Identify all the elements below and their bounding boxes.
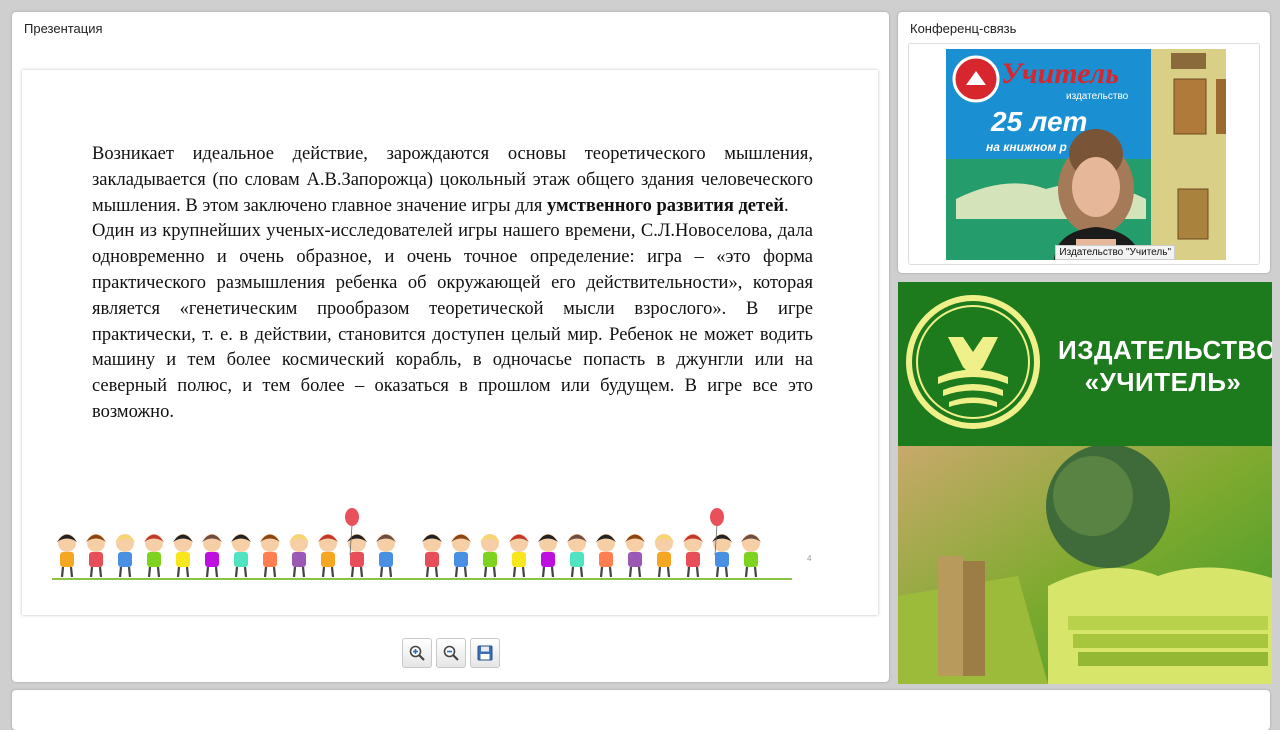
video-feed[interactable]: Учитель издательство 25 лет на книжном р (946, 49, 1226, 260)
save-icon (477, 645, 493, 661)
presentation-toolbar (402, 638, 500, 668)
slide-paragraph-1: Возникает идеальное действие, зарождаютс… (92, 142, 813, 219)
child-figure-icon (596, 534, 616, 578)
publisher-name: ИЗДАТЕЛЬСТВО «УЧИТЕЛЬ» (1058, 334, 1272, 398)
slide-text: Возникает идеальное действие, зарождаютс… (92, 142, 813, 426)
child-figure-icon (289, 534, 309, 578)
child-figure-icon (86, 534, 106, 578)
child-figure-icon (480, 534, 500, 578)
child-figure-icon (451, 534, 471, 578)
poster-tagline: на книжном р (986, 140, 1067, 154)
presentation-panel: Презентация Возникает идеальное действие… (12, 12, 889, 682)
child-figure-icon (712, 534, 732, 578)
child-figure-icon (57, 534, 77, 578)
child-figure-icon (538, 534, 558, 578)
kids-illustration (52, 508, 792, 580)
child-figure-icon (115, 534, 135, 578)
zoom-in-button[interactable] (402, 638, 432, 668)
publisher-name-line-2: «УЧИТЕЛЬ» (1084, 367, 1242, 397)
child-figure-icon (347, 534, 367, 578)
poster-years: 25 лет (990, 106, 1087, 137)
slide: Возникает идеальное действие, зарождаютс… (22, 70, 878, 615)
conference-panel: Конференц-связь Учитель издательство 25 … (898, 12, 1270, 273)
zoom-out-icon (443, 645, 459, 661)
save-button[interactable] (470, 638, 500, 668)
poster-subtitle: издательство (1066, 91, 1129, 102)
slide-number: 4 (807, 554, 812, 563)
child-figure-icon (509, 534, 529, 578)
slide-text-bold: умственного развития детей (546, 195, 784, 216)
child-figure-icon (422, 534, 442, 578)
child-figure-icon (741, 534, 761, 578)
child-figure-icon (173, 534, 193, 578)
video-container: Учитель издательство 25 лет на книжном р… (908, 43, 1260, 265)
poster-brand: Учитель (1001, 57, 1119, 90)
conference-title: Конференц-связь (910, 21, 1017, 36)
presentation-title: Презентация (24, 21, 103, 36)
banner-header: ИЗДАТЕЛЬСТВО «УЧИТЕЛЬ» (898, 282, 1272, 446)
child-figure-icon (625, 534, 645, 578)
books-globe-image (898, 446, 1272, 684)
child-figure-icon (567, 534, 587, 578)
child-figure-icon (683, 534, 703, 578)
slide-paragraph-2: Один из крупнейших ученых-исследователей… (92, 221, 813, 422)
publisher-name-line-1: ИЗДАТЕЛЬСТВО (1058, 335, 1272, 365)
child-figure-icon (318, 534, 338, 578)
publisher-banner: ИЗДАТЕЛЬСТВО «УЧИТЕЛЬ» (898, 282, 1272, 684)
child-figure-icon (260, 534, 280, 578)
child-figure-icon (202, 534, 222, 578)
child-figure-icon (231, 534, 251, 578)
video-participant-label: Издательство "Учитель" (1055, 245, 1175, 260)
child-figure-icon (654, 534, 674, 578)
zoom-in-icon (409, 645, 425, 661)
slide-text-part: . (783, 195, 789, 216)
publisher-logo-icon (906, 295, 1040, 429)
child-figure-icon (144, 534, 164, 578)
bottom-panel (12, 690, 1270, 730)
child-figure-icon (376, 534, 396, 578)
zoom-out-button[interactable] (436, 638, 466, 668)
